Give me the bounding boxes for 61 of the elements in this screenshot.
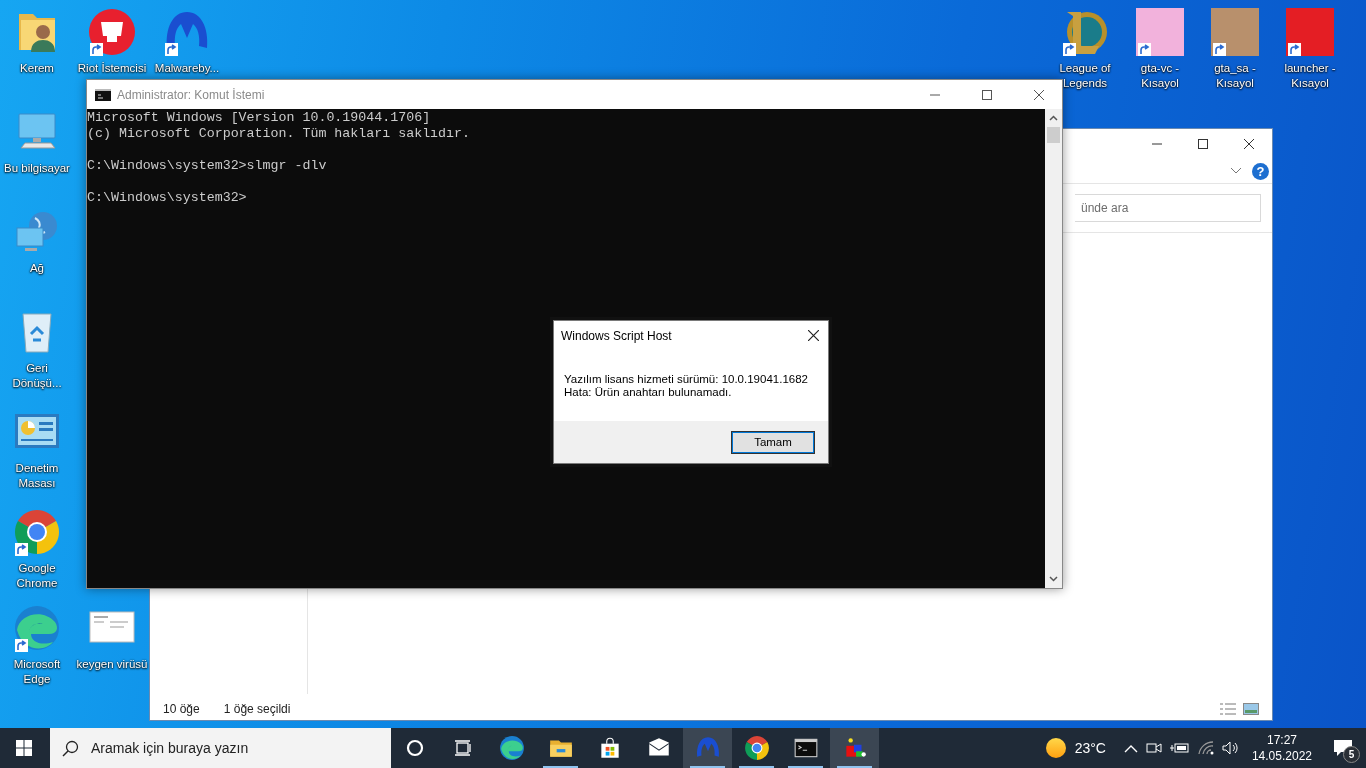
scrollbar[interactable] [1045, 109, 1062, 588]
fist-logo-icon [88, 8, 136, 56]
cortana-circle-icon[interactable] [406, 739, 424, 757]
message-line: Yazılım lisans hizmeti sürümü: 10.0.19041.1682 [564, 373, 809, 386]
scrollbar-thumb[interactable] [1047, 127, 1060, 143]
help-button[interactable]: ? [1252, 162, 1269, 180]
desktop-icon[interactable]: Microsoft Edge [0, 600, 74, 687]
scroll-up-icon[interactable] [1049, 115, 1058, 121]
desktop-icon[interactable]: Geri Dönüşü... [0, 304, 74, 391]
terminal-icon [95, 88, 111, 101]
desktop-icon[interactable]: League of Legends [1048, 4, 1122, 91]
ok-button[interactable]: Tamam [731, 430, 815, 454]
clock[interactable]: 17:27 14.05.2022 [1251, 732, 1312, 764]
desktop-icon[interactable]: Riot İstemcisi [75, 4, 149, 76]
edge-icon [13, 604, 61, 652]
search-icon [62, 739, 79, 757]
taskbar-search-field[interactable]: Aramak için buraya yazın [50, 728, 391, 768]
battery-charging-icon[interactable] [1169, 742, 1190, 754]
running-indicator [837, 766, 872, 768]
dialog-title: Windows Script Host [561, 328, 672, 343]
console-line: C:\Windows\system32> [87, 190, 248, 206]
console-line: C:\Windows\system32>slmgr -dlv [87, 158, 328, 174]
running-indicator [739, 766, 774, 768]
notification-badge: 5 [1343, 746, 1360, 763]
close-icon[interactable] [1244, 139, 1254, 149]
chrome-icon [743, 735, 770, 761]
search-field[interactable]: ünde ara [1075, 194, 1261, 222]
scroll-down-icon[interactable] [1049, 576, 1058, 582]
task-view-icon[interactable] [454, 740, 472, 756]
console-line: Microsoft Windows [Version 10.0.19044.1706] [87, 110, 432, 126]
desktop-icon[interactable]: launcher - Kısayol [1273, 4, 1347, 91]
desktop-icon[interactable]: gta_sa - Kısayol [1198, 4, 1272, 91]
desktop-icon[interactable]: keygen virüsü [75, 600, 149, 672]
desktop-icon[interactable]: Google Chrome [0, 504, 74, 591]
selection-count: 1 öğe seçildi [223, 702, 291, 716]
console-line: (c) Microsoft Corporation. Tüm hakları saklıdır. [87, 126, 471, 142]
desktop-icon[interactable]: Ağ [0, 204, 74, 276]
close-icon[interactable] [1034, 89, 1044, 100]
running-indicator [690, 766, 725, 768]
item-count: 10 öğe [163, 702, 200, 716]
chevron-down-icon[interactable] [1230, 167, 1242, 175]
chevron-up-icon[interactable] [1123, 743, 1138, 753]
maximize-icon[interactable] [1198, 139, 1208, 149]
window-title: Administrator: Komut İstemi [117, 87, 265, 102]
desktop-icon[interactable]: gta-vc - Kısayol [1123, 4, 1197, 91]
windows-logo-icon [16, 740, 32, 756]
wifi-icon[interactable] [1197, 741, 1214, 755]
message-line: Hata: Ürün anahtarı bulunamadı. [564, 386, 733, 399]
desktop-icon[interactable]: Kerem [0, 4, 74, 76]
chrome-icon [13, 508, 61, 556]
maximize-icon[interactable] [982, 89, 992, 100]
desktop-icon[interactable]: Denetim Masası [0, 404, 74, 491]
close-icon[interactable] [808, 330, 819, 341]
desktop-icon[interactable]: Bu bilgisayar [0, 104, 74, 176]
speaker-icon[interactable] [1221, 741, 1240, 755]
running-indicator [543, 766, 578, 768]
sun-icon[interactable] [1044, 737, 1067, 759]
desktop-icon[interactable]: Malwareby... [150, 4, 224, 76]
running-indicator [788, 766, 823, 768]
temperature[interactable]: 23°C [1074, 740, 1106, 756]
edge-icon [498, 735, 525, 761]
